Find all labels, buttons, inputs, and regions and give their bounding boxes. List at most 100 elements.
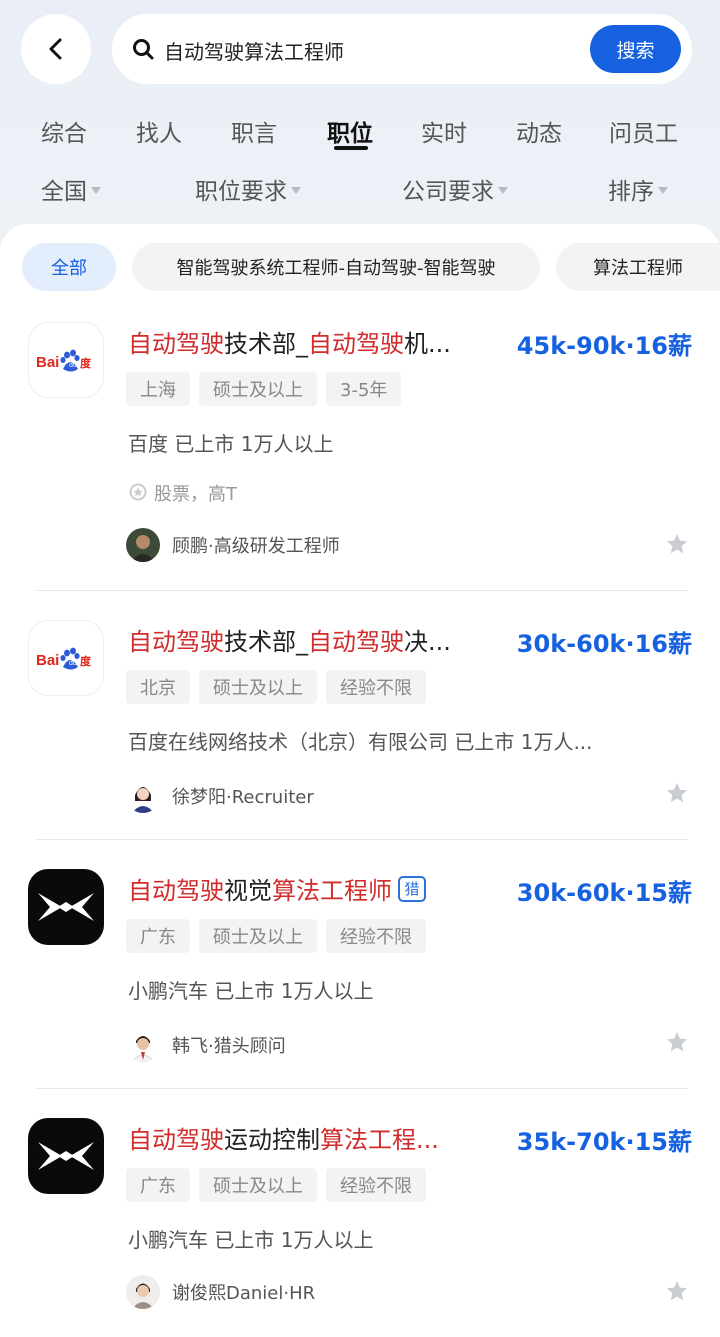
filter-company-requirements[interactable]: 公司要求 — [402, 172, 508, 206]
title-highlight: 自动驾驶 — [128, 330, 224, 358]
caret-down-icon — [498, 186, 508, 194]
favorite-star-icon[interactable] — [666, 533, 688, 555]
xpeng-logo-icon — [38, 893, 94, 921]
recruiter-name: 谢俊熙Daniel·HR — [172, 1283, 316, 1304]
baidu-logo: Bai 度 du — [28, 322, 104, 398]
title-highlight: 算法工程... — [320, 1126, 439, 1154]
search-icon — [133, 39, 154, 60]
recruiter-avatar-2 — [126, 779, 160, 813]
job-title[interactable]: 自动驾驶 技术部_ 自动驾驶 机... — [128, 324, 451, 359]
tag-education: 硕士及以上 — [199, 670, 317, 704]
title-highlight: 自动驾驶 — [308, 628, 404, 656]
chip-autonomous-driving-systems[interactable]: 智能驾驶系统工程师-自动驾驶-智能驾驶 — [132, 243, 540, 291]
recruiter-name: 韩飞·猎头顾问 — [172, 1036, 286, 1057]
salary: 30k-60k·16薪 — [516, 630, 692, 658]
job-tags: 上海 硕士及以上 3-5年 — [126, 372, 410, 406]
job-title[interactable]: 自动驾驶 运动控制 算法工程... — [128, 1120, 439, 1155]
recruiter-name: 顾鹏·高级研发工程师 — [172, 536, 340, 557]
svg-text:du: du — [69, 362, 77, 369]
tab-positions[interactable]: 职位 — [327, 114, 373, 148]
job-title[interactable]: 自动驾驶 视觉 算法工程师 猎 — [128, 871, 426, 906]
tab-realtime[interactable]: 实时 — [421, 114, 467, 148]
recruiter[interactable]: 谢俊熙Daniel·HR — [126, 1274, 315, 1310]
tag-location: 广东 — [126, 919, 190, 953]
salary: 35k-70k·15薪 — [516, 1128, 692, 1156]
filter-company-label: 公司要求 — [402, 179, 494, 205]
favorite-star-icon[interactable] — [666, 1031, 688, 1053]
headhunter-badge: 猎 — [398, 875, 426, 902]
title-text: 运动控制 — [224, 1126, 320, 1154]
favorite-star-icon[interactable] — [666, 1280, 688, 1302]
job-tags: 广东 硕士及以上 经验不限 — [126, 919, 435, 953]
tab-ask-employees[interactable]: 问员工 — [609, 114, 678, 148]
tag-experience: 3-5年 — [326, 372, 402, 406]
salary: 30k-60k·15薪 — [516, 879, 692, 907]
chip-all[interactable]: 全部 — [22, 243, 116, 291]
title-highlight: 算法工程师 — [272, 877, 392, 905]
title-text: 决... — [404, 628, 451, 656]
chip-algorithm-engineer[interactable]: 算法工程师 — [556, 243, 720, 291]
filter-location[interactable]: 全国 — [41, 172, 101, 206]
job-title[interactable]: 自动驾驶 技术部_ 自动驾驶 决... — [128, 622, 451, 657]
recruiter[interactable]: 韩飞·猎头顾问 — [126, 1027, 286, 1063]
caret-down-icon — [291, 186, 301, 194]
salary: 45k-90k·16薪 — [516, 332, 692, 360]
filter-location-label: 全国 — [41, 179, 87, 205]
tag-location: 北京 — [126, 670, 190, 704]
perk-text: 股票，高T — [154, 484, 237, 505]
filter-bar: 全国 职位要求 公司要求 排序 — [0, 168, 720, 212]
job-card[interactable]: Bai 度 du 自动驾驶 技术部_ 自动驾驶 机... 45k-90k·16薪 上海… — [0, 322, 720, 571]
tab-people[interactable]: 找人 — [136, 114, 182, 148]
tab-workplace-talk[interactable]: 职言 — [231, 114, 277, 148]
caret-down-icon — [658, 186, 668, 194]
back-button[interactable] — [21, 14, 91, 84]
baidu-logo-icon: Bai 度 du — [36, 349, 92, 372]
caret-down-icon — [91, 186, 101, 194]
tab-feed[interactable]: 动态 — [516, 114, 562, 148]
search-button[interactable]: 搜索 — [590, 25, 681, 73]
xpeng-logo — [28, 869, 104, 945]
filter-sort[interactable]: 排序 — [608, 172, 668, 206]
recruiter-avatar-1 — [126, 528, 160, 562]
svg-text:du: du — [69, 660, 77, 667]
job-tags: 广东 硕士及以上 经验不限 — [126, 1168, 435, 1202]
title-text: 视觉 — [224, 877, 272, 905]
tag-experience: 经验不限 — [326, 1168, 426, 1202]
job-card[interactable]: 自动驾驶 视觉 算法工程师 猎 30k-60k·15薪 广东 硕士及以上 经验不限 … — [0, 869, 720, 1118]
recruiter-avatar-3 — [126, 1028, 160, 1062]
tag-location: 广东 — [126, 1168, 190, 1202]
baidu-logo-icon: Bai 度 du — [36, 647, 92, 670]
tag-experience: 经验不限 — [326, 919, 426, 953]
baidu-logo: Bai 度 du — [28, 620, 104, 696]
filter-position-requirements[interactable]: 职位要求 — [195, 172, 301, 206]
search-query: 自动驾驶算法工程师 — [164, 40, 344, 64]
title-highlight: 自动驾驶 — [308, 330, 404, 358]
title-text: 机... — [404, 330, 451, 358]
svg-text:度: 度 — [80, 654, 92, 668]
tag-education: 硕士及以上 — [199, 919, 317, 953]
search-input[interactable]: 自动驾驶算法工程师 搜索 — [112, 14, 692, 84]
tag-location: 上海 — [126, 372, 190, 406]
search-header: 自动驾驶算法工程师 搜索 综合 找人 职言 职位 实时 动态 问员工 全国 职位… — [0, 0, 720, 240]
back-arrow-icon — [49, 38, 62, 60]
tag-experience: 经验不限 — [326, 670, 426, 704]
company-info: 小鹏汽车 已上市 1万人以上 — [128, 1228, 374, 1252]
active-tab-indicator — [334, 146, 368, 150]
title-highlight: 自动驾驶 — [128, 1126, 224, 1154]
job-card[interactable]: 自动驾驶 运动控制 算法工程... 35k-70k·15薪 广东 硕士及以上 经验不… — [0, 1118, 720, 1337]
job-perks: 股票，高T — [128, 480, 237, 506]
company-info: 百度 已上市 1万人以上 — [128, 432, 334, 456]
badge-icon — [129, 483, 147, 501]
xpeng-logo-icon — [38, 1142, 94, 1170]
tag-education: 硕士及以上 — [199, 1168, 317, 1202]
favorite-star-icon[interactable] — [666, 782, 688, 804]
svg-text:度: 度 — [80, 356, 92, 370]
title-highlight: 自动驾驶 — [128, 628, 224, 656]
job-card[interactable]: Bai 度 du 自动驾驶 技术部_ 自动驾驶 决... 30k-60k·16薪 北京… — [0, 620, 720, 869]
recruiter[interactable]: 徐梦阳·Recruiter — [126, 778, 314, 814]
recruiter-avatar-4 — [126, 1275, 160, 1309]
filter-position-label: 职位要求 — [195, 179, 287, 205]
card-divider — [36, 1088, 688, 1089]
recruiter[interactable]: 顾鹏·高级研发工程师 — [126, 527, 340, 563]
tab-comprehensive[interactable]: 综合 — [41, 114, 87, 148]
